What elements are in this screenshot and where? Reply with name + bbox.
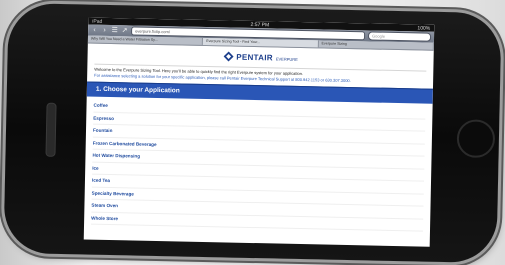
back-icon[interactable]: ‹: [91, 27, 98, 34]
phone-device: iPad 2:57 PM 100% ‹ › ☰ ↗ everpure.fixti…: [3, 2, 502, 264]
battery-indicator: 100%: [417, 24, 431, 32]
earpiece-speaker: [45, 102, 57, 157]
forward-icon[interactable]: ›: [101, 27, 108, 34]
search-input[interactable]: Google: [367, 31, 432, 42]
brand-sub: EVERPURE: [275, 55, 298, 62]
carrier-label: iPad: [92, 18, 103, 25]
bookmarks-icon[interactable]: ☰: [111, 27, 118, 34]
brand-name: PENTAIR: [236, 52, 273, 62]
web-page: PENTAIR EVERPURE Welcome to the Everpure…: [84, 43, 434, 232]
home-button[interactable]: [456, 119, 496, 159]
clock: 2:57 PM: [250, 21, 270, 28]
share-icon[interactable]: ↗: [121, 27, 128, 34]
phone-screen: iPad 2:57 PM 100% ‹ › ☰ ↗ everpure.fixti…: [83, 17, 435, 247]
application-list: Coffee Espresso Fountain Frozen Carbonat…: [91, 97, 426, 232]
pentair-logo-icon: [223, 51, 234, 62]
